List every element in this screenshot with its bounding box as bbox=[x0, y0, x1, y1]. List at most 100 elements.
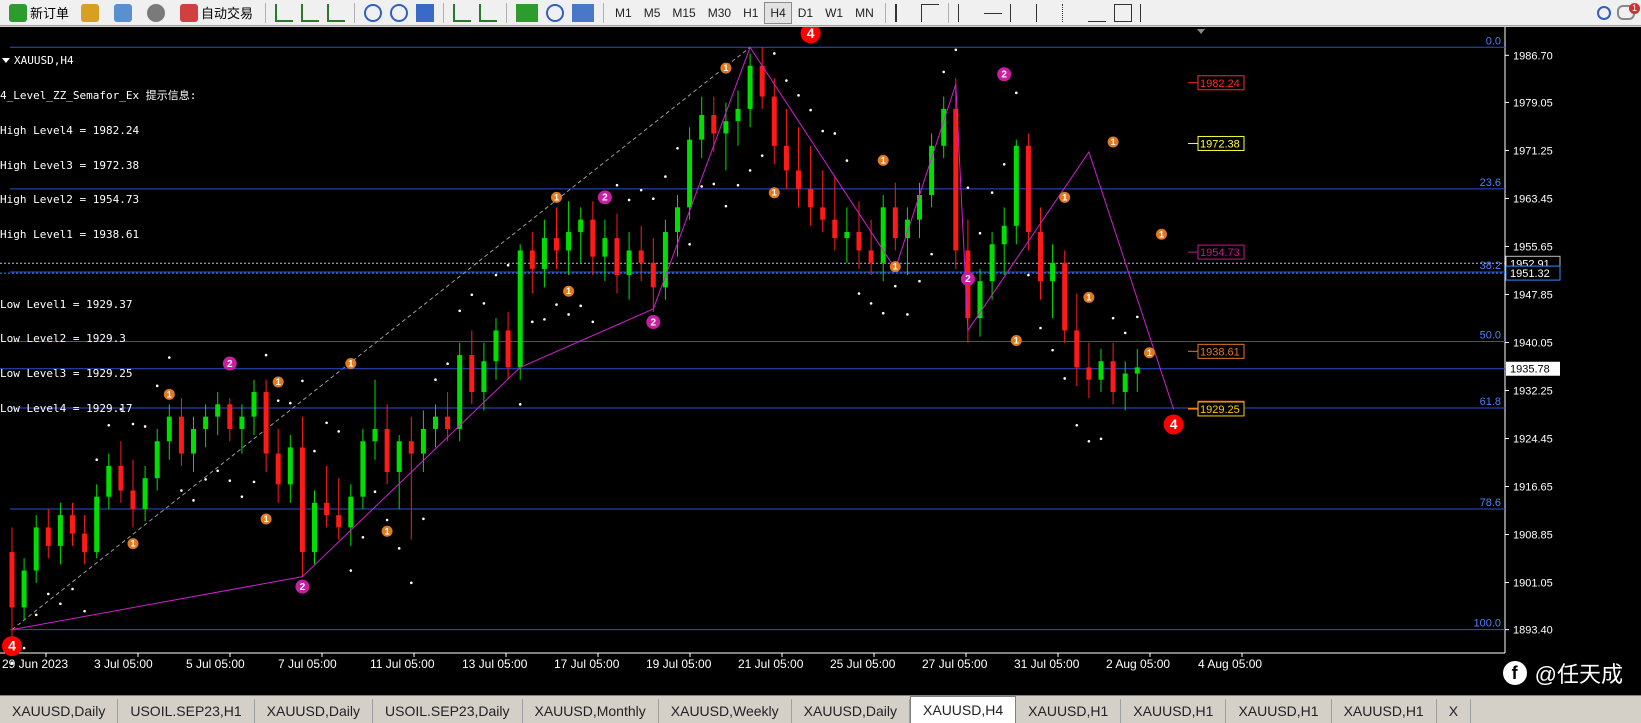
zoom-out-icon[interactable] bbox=[390, 3, 409, 22]
price-tick-label: 1971.25 bbox=[1513, 145, 1553, 157]
timeframe-m15[interactable]: M15 bbox=[666, 2, 701, 24]
chart-tab[interactable]: XAUUSD,H1 bbox=[1331, 699, 1437, 723]
chart-tab[interactable]: XAUUSD,H1 bbox=[1121, 699, 1227, 723]
sar-dot bbox=[760, 154, 764, 157]
equidistant-channel-icon[interactable] bbox=[1035, 3, 1054, 22]
sar-dot bbox=[131, 422, 135, 426]
timeframe-m5[interactable]: M5 bbox=[638, 2, 667, 24]
sar-dot bbox=[264, 353, 268, 357]
auto-trade-button[interactable]: 自动交易 bbox=[175, 2, 258, 24]
new-order-button[interactable]: 新订单 bbox=[4, 2, 74, 24]
candle-body bbox=[70, 515, 75, 534]
sar-dot bbox=[71, 587, 74, 591]
templates-icon[interactable] bbox=[572, 3, 595, 22]
periods-icon[interactable] bbox=[546, 3, 565, 22]
chart-shift-icon[interactable] bbox=[479, 3, 498, 22]
sar-dot bbox=[591, 320, 595, 324]
vertical-line-icon[interactable] bbox=[957, 3, 976, 22]
sar-dot bbox=[1075, 423, 1079, 427]
notifications-button[interactable]: 1 bbox=[1615, 2, 1641, 24]
search-icon[interactable] bbox=[1597, 5, 1611, 20]
sar-dot bbox=[1051, 348, 1054, 352]
cursor-icon[interactable] bbox=[894, 3, 913, 22]
candle-body bbox=[469, 355, 475, 393]
chart-tab[interactable]: XAUUSD,H1 bbox=[1016, 699, 1122, 723]
candle-body bbox=[1050, 262, 1056, 282]
candle-body bbox=[178, 416, 184, 454]
text-icon[interactable] bbox=[1087, 4, 1106, 22]
timeframe-d1[interactable]: D1 bbox=[792, 2, 819, 24]
text-label-icon[interactable] bbox=[1113, 3, 1132, 22]
candle-body bbox=[1110, 361, 1116, 393]
semafor-marker-label: 1 bbox=[893, 262, 898, 272]
chart-tab[interactable]: XAUUSD,Daily bbox=[0, 699, 119, 723]
price-chart[interactable]: 0.0 23.6 38.2 50.0 61.8 78.6 100.0 1986.70 1979.… bbox=[0, 27, 1641, 695]
sar-dot bbox=[942, 70, 945, 74]
toolbar-separator bbox=[506, 2, 508, 23]
tool-button[interactable] bbox=[142, 2, 173, 24]
sar-dot bbox=[712, 182, 716, 186]
price-tick-label: 1940.05 bbox=[1513, 337, 1553, 349]
time-tick-label: 17 Jul 05:00 bbox=[554, 657, 620, 671]
sar-dot bbox=[615, 183, 619, 187]
sar-dot bbox=[204, 478, 207, 481]
candle-body bbox=[904, 219, 910, 239]
candle-body bbox=[989, 244, 995, 282]
price-tick-label: 1908.85 bbox=[1513, 530, 1553, 542]
autoscroll-icon[interactable] bbox=[453, 3, 472, 22]
candle-body bbox=[118, 465, 124, 491]
sar-dot bbox=[688, 242, 691, 246]
candle-body bbox=[1013, 145, 1019, 226]
price-tick-label: 1932.25 bbox=[1513, 385, 1553, 397]
trendline-icon[interactable] bbox=[1009, 3, 1028, 22]
chart-tab[interactable]: X bbox=[1436, 699, 1472, 723]
sar-dot bbox=[1039, 326, 1042, 330]
indicators-icon[interactable] bbox=[516, 3, 539, 22]
tool-button[interactable] bbox=[76, 2, 107, 24]
timeframe-m1[interactable]: M1 bbox=[609, 2, 638, 24]
fibonacci-icon[interactable] bbox=[1061, 3, 1080, 22]
arrows-icon[interactable] bbox=[1139, 3, 1158, 22]
chart-tab[interactable]: XAUUSD,Monthly bbox=[522, 699, 659, 723]
candle-body bbox=[408, 441, 414, 454]
sar-dot bbox=[470, 293, 474, 297]
sar-dot bbox=[59, 602, 62, 606]
chart-tab[interactable]: XAUUSD,H1 bbox=[1226, 699, 1332, 723]
sar-dot bbox=[397, 547, 401, 550]
bar-chart-icon[interactable] bbox=[275, 3, 294, 22]
candle-body bbox=[771, 96, 777, 146]
candle-body bbox=[892, 207, 898, 239]
crosshair-icon[interactable] bbox=[920, 3, 939, 22]
chart-tab[interactable]: XAUUSD,Daily bbox=[791, 699, 911, 723]
chart-tab[interactable]: XAUUSD,H4 bbox=[910, 696, 1017, 723]
chart-window[interactable]: 0.0 23.6 38.2 50.0 61.8 78.6 100.0 1986.70 1979.… bbox=[0, 27, 1641, 695]
chart-tab[interactable]: XAUUSD,Weekly bbox=[658, 699, 792, 723]
zoom-in-icon[interactable] bbox=[364, 3, 383, 22]
facebook-icon: f bbox=[1502, 661, 1527, 685]
candle-body bbox=[675, 207, 680, 232]
timeframe-h1[interactable]: H1 bbox=[737, 2, 764, 24]
candle-body bbox=[747, 65, 753, 109]
time-tick-label: 13 Jul 05:00 bbox=[462, 657, 528, 671]
timeframe-h4[interactable]: H4 bbox=[764, 1, 792, 24]
fib-level-label: 61.8 bbox=[1480, 396, 1501, 408]
chart-tab[interactable]: USOIL.SEP23,H1 bbox=[118, 699, 255, 723]
timeframe-w1[interactable]: W1 bbox=[819, 2, 849, 24]
sar-dot bbox=[143, 425, 147, 428]
sar-dot bbox=[216, 469, 219, 473]
timeframe-mn[interactable]: MN bbox=[849, 2, 880, 24]
tile-windows-icon[interactable] bbox=[416, 3, 435, 22]
semafor-marker-label: 1 bbox=[566, 286, 571, 296]
timeframe-m30[interactable]: M30 bbox=[702, 2, 737, 24]
candle-body bbox=[82, 533, 88, 553]
tool-button[interactable] bbox=[109, 2, 140, 24]
horizontal-line-icon[interactable] bbox=[983, 12, 1002, 22]
chart-tab[interactable]: XAUUSD,Daily bbox=[254, 699, 373, 723]
semafor-marker-label: 1 bbox=[772, 188, 777, 198]
line-chart-icon[interactable] bbox=[327, 3, 346, 22]
candle-chart-icon[interactable] bbox=[301, 3, 320, 22]
sar-dot bbox=[373, 490, 377, 494]
time-tick-label: 3 Jul 05:00 bbox=[94, 657, 153, 671]
sar-dot bbox=[47, 592, 50, 596]
chart-tab[interactable]: USOIL.SEP23,Daily bbox=[373, 699, 523, 723]
